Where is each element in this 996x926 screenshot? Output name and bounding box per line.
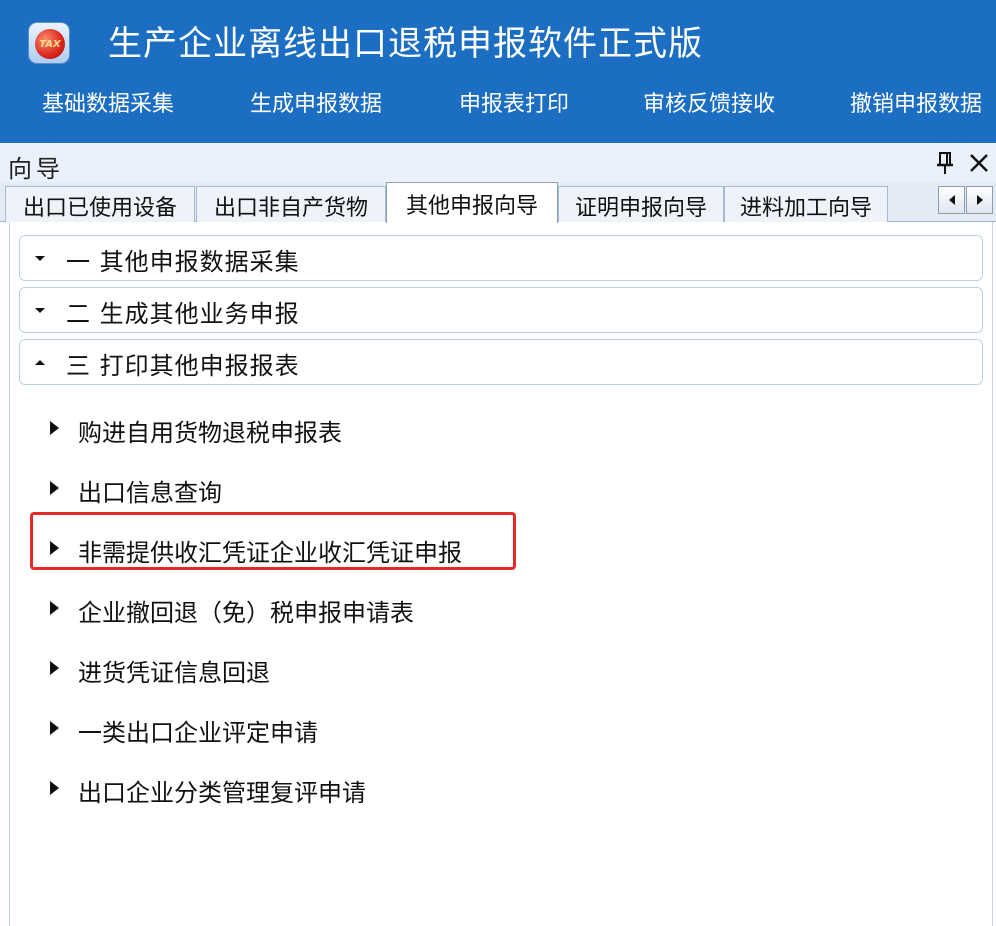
triangle-right-icon (50, 721, 59, 735)
tax-logo-icon: TAX (28, 22, 70, 64)
tab-processing-wizard[interactable]: 进料加工向导 (724, 186, 888, 222)
list-item-withdraw-refund-application[interactable]: 企业撤回退（免）税申报申请表 (44, 589, 644, 629)
triangle-right-icon (50, 781, 59, 795)
menu-bar: 基础数据采集 生成申报数据 申报表打印 审核反馈接收 撤销申报数据 (0, 80, 996, 124)
panel-title: 向导 (8, 155, 64, 183)
list-item-receipt-voucher-declaration[interactable]: 非需提供收汇凭证企业收汇凭证申报 (44, 529, 644, 569)
section-other-data-collection[interactable]: 一 其他申报数据采集 (19, 235, 983, 281)
triangle-right-icon (50, 601, 59, 615)
tab-certificate-declaration-wizard[interactable]: 证明申报向导 (558, 186, 724, 222)
tab-export-non-self-produced[interactable]: 出口非自产货物 (196, 186, 386, 222)
list-item-label: 购进自用货物退税申报表 (78, 419, 342, 447)
list-item-label: 出口信息查询 (78, 479, 222, 507)
list-item-label: 一类出口企业评定申请 (78, 719, 318, 747)
chevron-up-icon (35, 360, 45, 365)
chevron-right-icon (976, 195, 983, 205)
app-header: TAX 生产企业离线出口退税申报软件正式版 基础数据采集 生成申报数据 申报表打… (0, 0, 996, 143)
section-label: 三 打印其他申报报表 (66, 352, 300, 380)
close-icon[interactable] (966, 150, 992, 176)
chevron-down-icon (35, 256, 45, 261)
list-item-purchased-goods-refund[interactable]: 购进自用货物退税申报表 (44, 409, 644, 449)
triangle-right-icon (50, 481, 59, 495)
section-label: 二 生成其他业务申报 (66, 300, 300, 328)
tab-export-used-equipment[interactable]: 出口已使用设备 (5, 186, 195, 222)
list-item-classification-review[interactable]: 出口企业分类管理复评申请 (44, 769, 644, 809)
logo-text: TAX (35, 29, 65, 59)
tab-scroll-left-button[interactable] (938, 186, 965, 214)
triangle-right-icon (50, 421, 59, 435)
section-generate-other-declaration[interactable]: 二 生成其他业务申报 (19, 287, 983, 333)
menu-item-print-reports[interactable]: 申报表打印 (459, 86, 569, 118)
list-item-label: 企业撤回退（免）税申报申请表 (78, 599, 414, 627)
menu-item-revoke-data[interactable]: 撤销申报数据 (850, 86, 982, 118)
triangle-right-icon (50, 541, 59, 555)
menu-item-basic-data[interactable]: 基础数据采集 (42, 86, 174, 118)
chevron-down-icon (35, 308, 45, 313)
section-print-other-reports[interactable]: 三 打印其他申报报表 (19, 339, 983, 385)
wizard-panel-bar: 向导 (0, 143, 996, 185)
list-item-label: 非需提供收汇凭证企业收汇凭证申报 (78, 539, 462, 567)
triangle-right-icon (50, 661, 59, 675)
tab-other-declaration-wizard[interactable]: 其他申报向导 (386, 182, 558, 223)
wizard-tabstrip: 出口已使用设备 出口非自产货物 其他申报向导 证明申报向导 进料加工向导 (0, 182, 996, 223)
list-item-label: 出口企业分类管理复评申请 (78, 779, 366, 807)
list-item-export-info-query[interactable]: 出口信息查询 (44, 469, 644, 509)
app-title: 生产企业离线出口退税申报软件正式版 (108, 24, 703, 64)
menu-item-generate-data[interactable]: 生成申报数据 (250, 86, 382, 118)
list-item-label: 进货凭证信息回退 (78, 659, 270, 687)
pin-icon[interactable] (934, 150, 956, 176)
chevron-left-icon (948, 195, 955, 205)
list-item-class-one-assessment[interactable]: 一类出口企业评定申请 (44, 709, 644, 749)
menu-item-receive-feedback[interactable]: 审核反馈接收 (643, 86, 775, 118)
tab-scroll-right-button[interactable] (966, 186, 993, 214)
section-label: 一 其他申报数据采集 (66, 248, 300, 276)
list-item-purchase-voucher-rollback[interactable]: 进货凭证信息回退 (44, 649, 644, 689)
